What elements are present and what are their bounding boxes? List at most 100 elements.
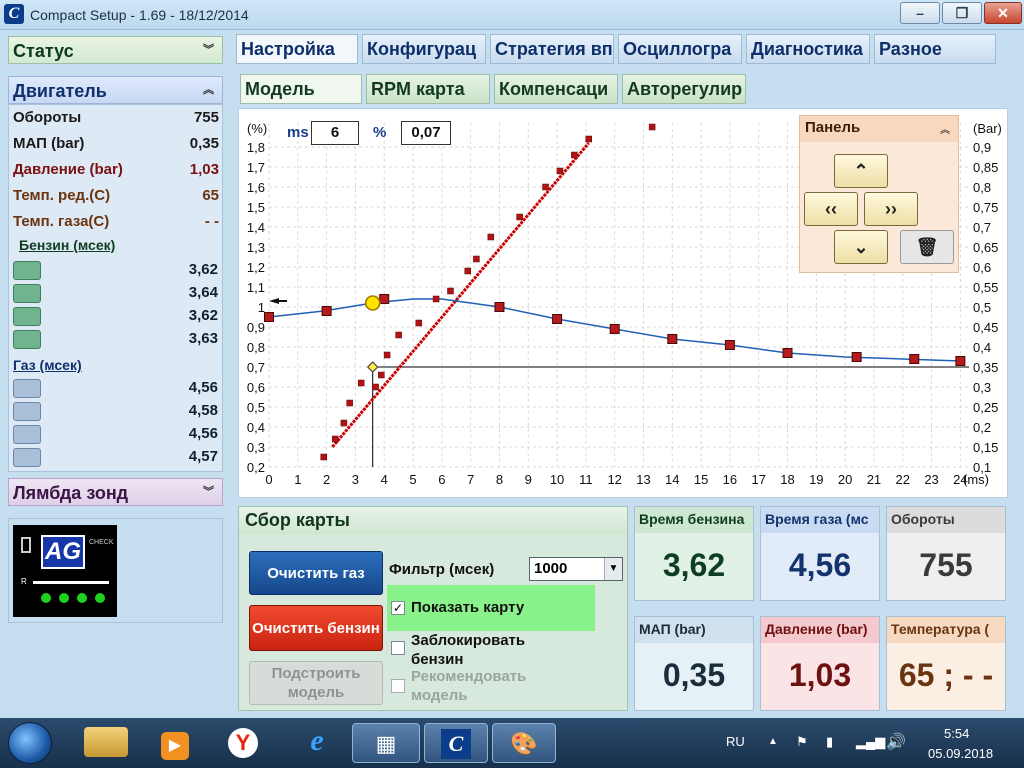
engine-row-value: 65	[202, 187, 219, 204]
yandex-browser-icon[interactable]: Y	[216, 723, 270, 763]
model-node	[724, 340, 735, 350]
device-logo-panel: AG CHECK R	[8, 518, 223, 623]
map-collection-title: Сбор карты	[239, 507, 627, 535]
move-up-button[interactable]: ⌃	[834, 154, 888, 188]
petrol-data-point	[395, 331, 402, 339]
petrol-data-point	[383, 351, 391, 359]
main-tab[interactable]: Осциллогра	[618, 34, 742, 64]
build-model-button[interactable]: Подстроить модель	[249, 661, 383, 705]
sub-tab[interactable]: RPM карта	[366, 74, 490, 104]
sub-tab[interactable]: Авторегулир	[622, 74, 746, 104]
start-button[interactable]	[8, 722, 52, 764]
gas-cylinder-swatch	[13, 425, 41, 444]
x-tick-label: 11	[579, 472, 593, 487]
y-left-unit: (%)	[247, 121, 267, 136]
chevron-up-icon: ︽	[203, 84, 214, 96]
sub-tab[interactable]: Модель	[240, 74, 362, 104]
dropdown-arrow-icon[interactable]: ▼	[604, 558, 622, 580]
x-tick-label: 17	[751, 472, 765, 487]
internet-explorer-icon[interactable]: e	[290, 723, 344, 763]
petrol-data-point	[357, 379, 365, 387]
x-tick-label: 16	[723, 472, 737, 487]
lock-petrol-checkbox[interactable]	[391, 641, 405, 655]
model-cursor-point	[364, 295, 381, 311]
media-player-icon[interactable]: ▶	[148, 723, 202, 763]
clear-petrol-button[interactable]: Очистить бензин	[249, 605, 383, 651]
petrol-cylinder-swatch	[13, 330, 41, 349]
petrol-data-point	[372, 383, 379, 391]
x-tick-label: 2	[323, 472, 330, 487]
action-center-icon[interactable]: ⚑	[796, 734, 808, 750]
model-chart-area[interactable]: 0 1 2 3 4 5 6 7 8 9 10 11 12 13 14 15 16 17 18 19 20 21 22 23 24…	[238, 108, 1008, 498]
control-panel-icon[interactable]: ▦	[352, 723, 420, 763]
engine-section-header[interactable]: Двигатель ︽	[8, 76, 223, 104]
y-right-tick-label: 0,55	[973, 280, 998, 295]
close-button[interactable]: ✕	[984, 2, 1022, 24]
readout-card-value: 4,56	[788, 547, 852, 583]
window-title: Compact Setup - 1.69 - 18/12/2014	[30, 7, 249, 23]
chevron-down-icon: ︾	[203, 44, 214, 56]
model-node	[494, 302, 505, 312]
x-tick-label: 14	[665, 472, 679, 487]
main-tab[interactable]: Конфигурац	[362, 34, 486, 64]
y-left-tick-label: 1,3	[247, 240, 265, 255]
filter-select[interactable]: 1000 ▼	[529, 557, 623, 581]
minimize-button[interactable]: –	[900, 2, 940, 24]
pct-input[interactable]: 0,07	[401, 121, 451, 145]
map-collection-panel: Сбор карты Очистить газ Очистить бензин …	[238, 506, 628, 711]
x-tick-label: 21	[867, 472, 881, 487]
model-chart[interactable]: 0 1 2 3 4 5 6 7 8 9 10 11 12 13 14 15 16 17 18 19 20 21 22 23 24…	[239, 109, 1009, 499]
recommend-model-checkbox[interactable]	[391, 679, 405, 693]
y-left-tick-label: 0,7	[247, 360, 265, 375]
petrol-data-point	[378, 371, 385, 379]
ms-input[interactable]: 6	[311, 121, 359, 145]
lambda-label: Лямбда зонд	[13, 483, 129, 503]
y-left-tick-label: 1,7	[247, 160, 265, 175]
x-tick-label: 15	[694, 472, 708, 487]
paint-icon[interactable]: 🎨	[492, 723, 556, 763]
chevron-up-icon[interactable]: ︽	[940, 121, 950, 136]
recommend-model-label: Рекомендовать модель	[411, 668, 527, 704]
y-right-tick-label: 0,15	[973, 440, 998, 455]
clock-date[interactable]: 05.09.2018	[928, 746, 993, 761]
trash-icon[interactable]: 🗑	[900, 230, 954, 264]
network-icon[interactable]: ▂▄▆	[856, 734, 885, 750]
show-map-checkbox[interactable]: ✓	[391, 601, 405, 615]
lambda-section-header[interactable]: Лямбда зонд ︾	[8, 478, 223, 506]
x-tick-label: 8	[496, 472, 503, 487]
y-left-tick-label: 0,4	[247, 420, 265, 435]
engine-row-label: Обороты	[13, 109, 82, 126]
language-indicator[interactable]: RU	[726, 734, 745, 749]
y-right-tick-label: 0,35	[973, 360, 998, 375]
sub-tab[interactable]: Компенсаци	[494, 74, 618, 104]
status-led-icon	[77, 593, 87, 603]
petrol-data-point	[473, 255, 480, 263]
y-left-tick-label: 0,2	[247, 460, 265, 475]
maximize-button[interactable]: ❐	[942, 2, 982, 24]
y-right-tick-label: 0,5	[973, 300, 991, 315]
battery-icon[interactable]: ▮	[826, 734, 833, 750]
level-bar	[33, 581, 109, 584]
main-tab[interactable]: Диагностика	[746, 34, 870, 64]
move-left-button[interactable]: ‹‹	[804, 192, 858, 226]
engine-row: МАП (bar) 0,35	[13, 135, 219, 157]
tray-expand-icon[interactable]: ▲	[768, 736, 778, 747]
clock-time[interactable]: 5:54	[944, 726, 969, 741]
petrol-data-point	[571, 151, 578, 159]
clear-gas-button[interactable]: Очистить газ	[249, 551, 383, 595]
move-down-button[interactable]: ⌄	[834, 230, 888, 264]
folder-icon[interactable]	[84, 727, 128, 757]
engine-row: Обороты 755	[13, 109, 219, 131]
engine-row-value: 1,03	[189, 161, 219, 178]
main-tab[interactable]: Разное	[874, 34, 996, 64]
status-section-header[interactable]: Статус ︾	[8, 36, 223, 64]
y-right-tick-label: 0,9	[973, 140, 991, 155]
status-led-icon	[95, 593, 105, 603]
main-tab[interactable]: Стратегия вп	[490, 34, 614, 64]
readout-card-value: 65 ; - -	[898, 657, 994, 693]
petrol-cylinder-value: 3,62	[188, 261, 218, 278]
move-right-button[interactable]: ››	[864, 192, 918, 226]
volume-icon[interactable]: 🔊	[886, 732, 906, 752]
compact-setup-taskbar-icon[interactable]: C	[424, 723, 488, 763]
main-tab[interactable]: Настройка	[236, 34, 358, 64]
